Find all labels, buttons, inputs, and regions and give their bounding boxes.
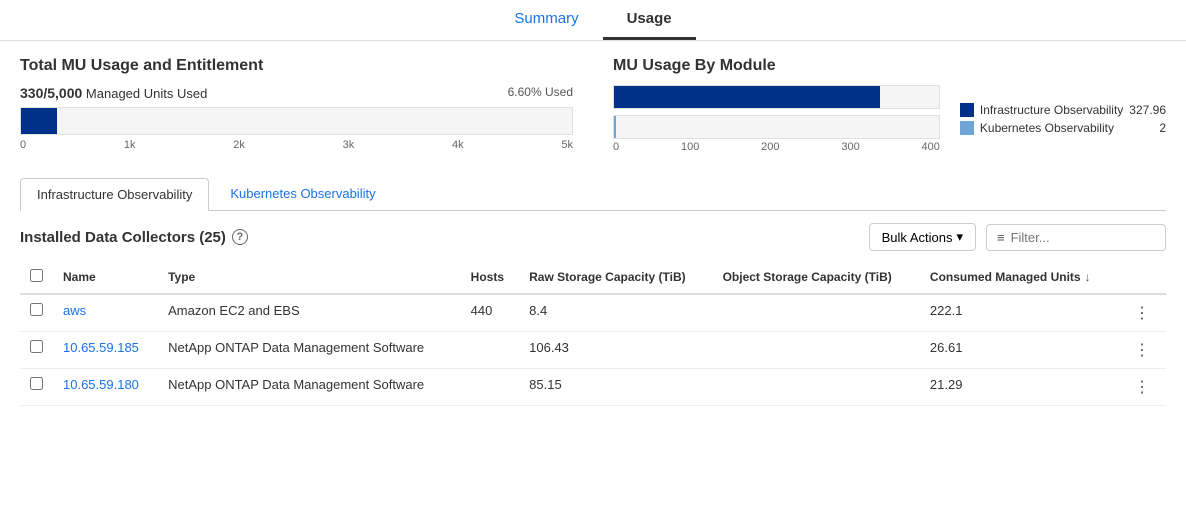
k8s-bar-fill [614,116,616,138]
bar-right-bars: 0 100 200 300 400 [613,85,940,153]
row-2-name: 10.65.59.185 [53,332,158,369]
row-checkbox-1 [20,294,53,332]
th-checkbox [20,261,53,294]
table-row: aws Amazon EC2 and EBS 440 8.4 222.1 ⋮ [20,294,1166,332]
filter-icon: ≡ [997,230,1005,245]
section-title: Installed Data Collectors (25) ? [20,229,248,246]
row-3-raw-storage: 85.15 [519,369,712,406]
filter-input-container: ≡ [986,224,1166,251]
row-1-raw-storage: 8.4 [519,294,712,332]
bar-right-x-labels: 0 100 200 300 400 [613,141,940,153]
row-2-hosts [461,332,519,369]
row-1-name: aws [53,294,158,332]
mu-module-title: MU Usage By Module [613,57,1166,75]
select-all-checkbox[interactable] [30,269,43,282]
th-hosts: Hosts [461,261,519,294]
th-obj-storage: Object Storage Capacity (TiB) [713,261,920,294]
sub-tab-k8s[interactable]: Kubernetes Observability [213,177,392,210]
row-3-name: 10.65.59.180 [53,369,158,406]
mu-by-module-chart: MU Usage By Module 0 100 200 300 400 [613,57,1166,153]
total-mu-title: Total MU Usage and Entitlement [20,57,573,75]
row-1-consumed: 222.1 [920,294,1118,332]
legend-color-k8s [960,121,974,135]
row-3-name-link[interactable]: 10.65.59.180 [63,377,139,392]
legend-label-infra: Infrastructure Observability [980,103,1123,117]
help-icon[interactable]: ? [232,229,248,245]
row-3-type: NetApp ONTAP Data Management Software [158,369,461,406]
bulk-actions-label: Bulk Actions [882,230,953,245]
row-2-raw-storage: 106.43 [519,332,712,369]
row-2-consumed: 26.61 [920,332,1118,369]
legend-k8s: Kubernetes Observability 2 [960,121,1166,135]
actions-row: Bulk Actions ▾ ≡ [869,223,1166,251]
table-wrapper: Name Type Hosts Raw Storage Capacity (Ti… [20,261,1166,406]
tab-usage[interactable]: Usage [603,0,696,40]
charts-row: Total MU Usage and Entitlement 330/5,000… [20,57,1166,153]
legend-value-k8s: 2 [1159,121,1166,135]
mu-bar-fill [21,108,57,134]
infra-bar-outer [613,85,940,109]
filter-input[interactable] [1011,230,1141,245]
th-type: Type [158,261,461,294]
section-title-text: Installed Data Collectors (25) [20,229,226,246]
row-checkbox-2 [20,332,53,369]
mu-summary: 330/5,000 Managed Units Used 6.60% Used [20,85,573,101]
row-checkbox-3 [20,369,53,406]
row-1-hosts: 440 [461,294,519,332]
top-tabs: Summary Usage [0,0,1186,41]
th-actions [1118,261,1166,294]
mu-label: Managed Units Used [86,86,207,101]
row-3-checkbox[interactable] [30,377,43,390]
row-3-consumed: 21.29 [920,369,1118,406]
row-2-obj-storage [713,332,920,369]
section-header: Installed Data Collectors (25) ? Bulk Ac… [20,223,1166,251]
k8s-bar-outer [613,115,940,139]
data-table: Name Type Hosts Raw Storage Capacity (Ti… [20,261,1166,406]
row-1-name-link[interactable]: aws [63,303,86,318]
th-name: Name [53,261,158,294]
legend-label-k8s: Kubernetes Observability [980,121,1153,135]
module-legend: Infrastructure Observability 327.96 Kube… [960,103,1166,135]
row-1-type: Amazon EC2 and EBS [158,294,461,332]
bulk-actions-button[interactable]: Bulk Actions ▾ [869,223,976,251]
sort-icon: ↓ [1085,270,1091,284]
total-mu-chart: Total MU Usage and Entitlement 330/5,000… [20,57,573,153]
legend-infra: Infrastructure Observability 327.96 [960,103,1166,117]
table-row: 10.65.59.185 NetApp ONTAP Data Managemen… [20,332,1166,369]
row-3-more-icon[interactable]: ⋮ [1128,377,1156,398]
mu-bar-container [20,107,573,135]
row-3-actions: ⋮ [1118,369,1166,406]
row-3-obj-storage [713,369,920,406]
sub-tabs: Infrastructure Observability Kubernetes … [20,177,1166,211]
th-consumed-label: Consumed Managed Units [930,270,1081,284]
row-3-hosts [461,369,519,406]
th-raw-storage: Raw Storage Capacity (TiB) [519,261,712,294]
row-1-more-icon[interactable]: ⋮ [1128,303,1156,324]
mu-percent: 6.60% Used [508,85,573,99]
row-2-type: NetApp ONTAP Data Management Software [158,332,461,369]
row-2-actions: ⋮ [1118,332,1166,369]
mu-values: 330/5,000 [20,85,82,101]
table-header-row: Name Type Hosts Raw Storage Capacity (Ti… [20,261,1166,294]
row-2-name-link[interactable]: 10.65.59.185 [63,340,139,355]
tab-summary[interactable]: Summary [490,0,602,40]
table-body: aws Amazon EC2 and EBS 440 8.4 222.1 ⋮ 1… [20,294,1166,406]
legend-color-infra [960,103,974,117]
table-row: 10.65.59.180 NetApp ONTAP Data Managemen… [20,369,1166,406]
row-1-obj-storage [713,294,920,332]
legend-value-infra: 327.96 [1129,103,1166,117]
bar-right-container: 0 100 200 300 400 Infrastructure Observa… [613,85,1166,153]
main-content: Total MU Usage and Entitlement 330/5,000… [0,41,1186,406]
mu-bar-labels: 0 1k 2k 3k 4k 5k [20,139,573,151]
sub-tab-infra[interactable]: Infrastructure Observability [20,178,209,211]
row-2-checkbox[interactable] [30,340,43,353]
row-1-checkbox[interactable] [30,303,43,316]
chevron-down-icon: ▾ [956,229,963,245]
infra-bar-fill [614,86,880,108]
row-2-more-icon[interactable]: ⋮ [1128,340,1156,361]
th-consumed[interactable]: Consumed Managed Units ↓ [920,261,1118,294]
row-1-actions: ⋮ [1118,294,1166,332]
